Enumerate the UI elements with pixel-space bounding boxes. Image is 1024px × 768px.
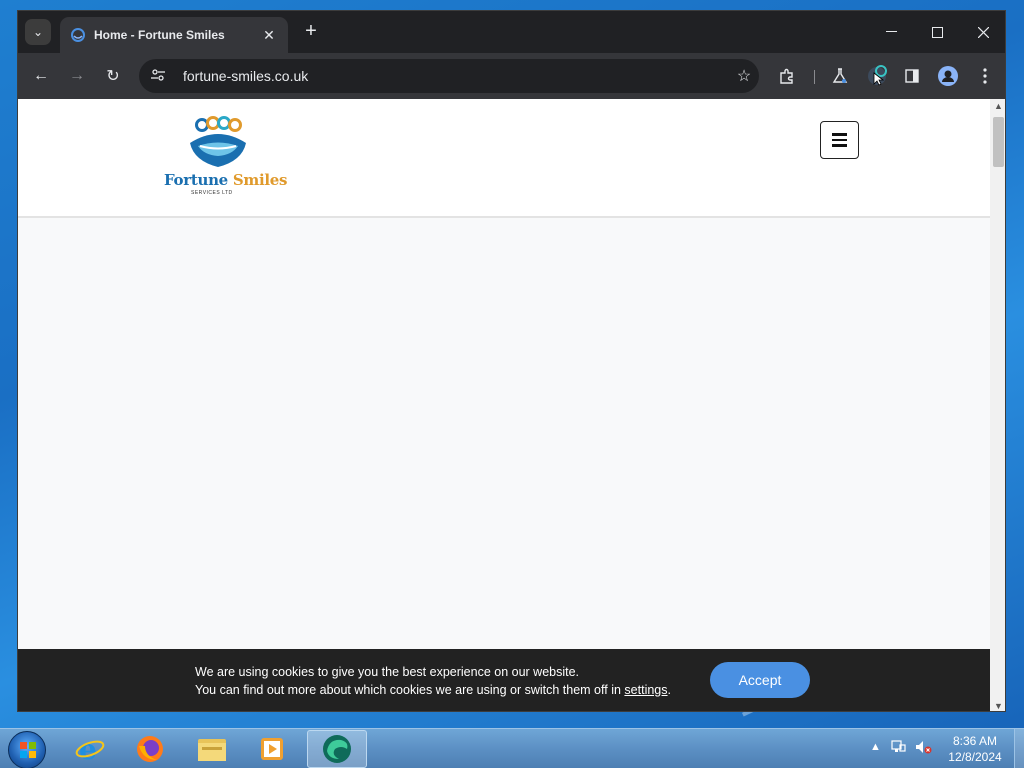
network-icon[interactable] <box>890 739 906 758</box>
file-explorer-icon[interactable] <box>195 732 229 766</box>
toolbar-separator <box>814 70 815 84</box>
volume-muted-icon[interactable] <box>914 739 932 758</box>
browser-toolbar: ← → ↻ fortune-smiles.co.uk ☆ <box>18 53 1005 99</box>
cookie-line-2-end: . <box>667 683 671 697</box>
show-desktop-button[interactable] <box>1014 729 1024 768</box>
tab-search-button[interactable]: ⌄ <box>25 19 51 45</box>
minimize-button[interactable] <box>868 19 914 45</box>
close-window-button[interactable] <box>960 19 1005 45</box>
tray-expand-icon[interactable]: ▲ <box>870 741 881 753</box>
url-text[interactable]: fortune-smiles.co.uk <box>183 68 729 84</box>
back-arrow-icon: ← <box>33 67 49 84</box>
site-info-icon[interactable] <box>151 68 173 84</box>
scroll-down-arrow-icon[interactable]: ▼ <box>994 701 1003 711</box>
forward-arrow-icon: → <box>69 67 85 84</box>
page-viewport: Fortune Smiles SERVICES LTD We are using… <box>18 99 990 711</box>
windows-logo-icon <box>20 742 36 758</box>
logo-wordmark: Fortune Smiles <box>164 171 287 189</box>
loading-extension-icon[interactable] <box>863 62 891 90</box>
logo-word-fortune: Fortune <box>164 171 228 189</box>
cookie-banner: We are using cookies to give you the bes… <box>18 649 990 711</box>
maximize-button[interactable] <box>914 19 960 45</box>
scroll-thumb[interactable] <box>993 117 1004 167</box>
tab-title: Home - Fortune Smiles <box>94 28 225 42</box>
media-player-icon[interactable] <box>255 732 289 766</box>
bookmark-star-icon[interactable]: ☆ <box>729 66 759 86</box>
logo-subtitle: SERVICES LTD <box>191 190 233 196</box>
hamburger-icon-bar <box>832 138 847 142</box>
scroll-up-arrow-icon[interactable]: ▲ <box>994 101 1003 111</box>
browser-window: ⌄ Home - Fortune Smiles ✕ + ← → ↻ fortun… <box>17 10 1006 712</box>
system-clock[interactable]: 8:36 AM 12/8/2024 <box>940 733 1010 765</box>
cookie-message: We are using cookies to give you the bes… <box>195 663 671 699</box>
minimize-icon <box>885 31 897 32</box>
internet-explorer-icon[interactable]: e <box>73 732 107 766</box>
extensions-icon[interactable] <box>773 62 801 90</box>
svg-text:e: e <box>79 734 97 764</box>
windows-taskbar: e ▲ 8:36 AM 12/8/2024 <box>0 728 1024 768</box>
site-header: Fortune Smiles SERVICES LTD <box>18 99 990 218</box>
reload-icon: ↻ <box>106 68 120 85</box>
accept-cookies-button[interactable]: Accept <box>710 662 810 698</box>
clock-date: 12/8/2024 <box>948 750 1002 764</box>
maximize-icon <box>931 26 943 38</box>
close-icon <box>977 26 989 38</box>
cookie-line-2-text: You can find out more about which cookie… <box>195 683 625 697</box>
new-tab-button[interactable]: + <box>300 21 322 43</box>
labs-flask-icon[interactable] <box>826 62 854 90</box>
firefox-icon[interactable] <box>133 732 167 766</box>
menu-dots-icon[interactable] <box>971 62 999 90</box>
reload-button[interactable]: ↻ <box>99 62 127 90</box>
clock-time: 8:36 AM <box>952 734 998 748</box>
cookie-line-1: We are using cookies to give you the bes… <box>195 665 580 679</box>
site-favicon-icon <box>70 27 86 43</box>
hamburger-icon-bar <box>832 144 847 147</box>
cookie-settings-link[interactable]: settings <box>624 683 667 697</box>
hamburger-menu-button[interactable] <box>820 121 859 159</box>
tab-strip: ⌄ Home - Fortune Smiles ✕ + <box>18 11 1005 53</box>
back-button[interactable]: ← <box>27 62 55 90</box>
side-panel-icon[interactable] <box>898 62 926 90</box>
chevron-down-icon: ⌄ <box>32 25 44 39</box>
logo-word-smiles: Smiles <box>232 171 288 189</box>
edge-like-browser-icon[interactable] <box>320 732 354 766</box>
start-button[interactable] <box>8 731 46 768</box>
address-bar[interactable]: fortune-smiles.co.uk ☆ <box>139 59 759 93</box>
tab-close-icon[interactable]: ✕ <box>260 27 278 44</box>
profile-icon[interactable] <box>938 66 958 86</box>
forward-button[interactable]: → <box>63 62 91 90</box>
page-scrollbar[interactable]: ▲ ▼ <box>990 99 1005 711</box>
tab-home[interactable]: Home - Fortune Smiles ✕ <box>60 17 288 53</box>
hamburger-icon-bar <box>832 133 847 136</box>
cookie-line-2: You can find out more about which cookie… <box>195 681 671 699</box>
